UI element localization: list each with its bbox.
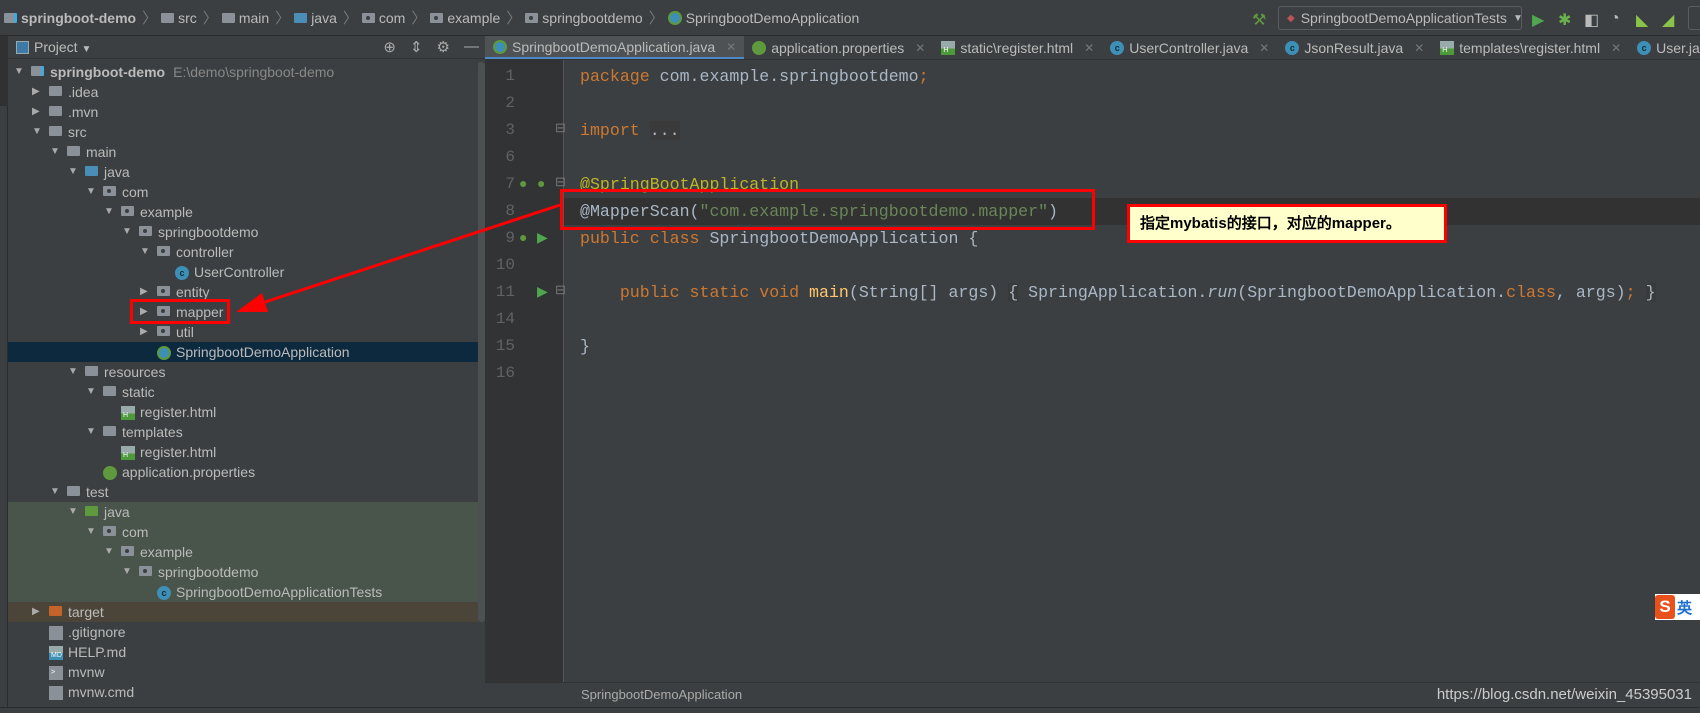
- ime-language: 英: [1677, 599, 1693, 617]
- watermark: https://blog.csdn.net/weixin_45395031: [1436, 686, 1692, 703]
- bottom-strip: [0, 707, 1700, 713]
- annotation-arrow: [236, 203, 561, 312]
- ime-indicator[interactable]: S 英: [1655, 594, 1700, 620]
- editor-breadcrumb-bar: SpringbootDemoApplication https://blog.c…: [485, 682, 1700, 707]
- arrow-line: [249, 203, 561, 309]
- sogou-logo-icon: S: [1655, 595, 1675, 619]
- highlight-box-mapper-folder: [130, 299, 230, 324]
- arrow-head: [236, 293, 268, 312]
- highlight-box-mapperscan: [560, 189, 1095, 230]
- editor-breadcrumb[interactable]: SpringbootDemoApplication: [581, 683, 742, 707]
- annotation-callout: 指定mybatis的接口，对应的mapper。: [1127, 204, 1447, 243]
